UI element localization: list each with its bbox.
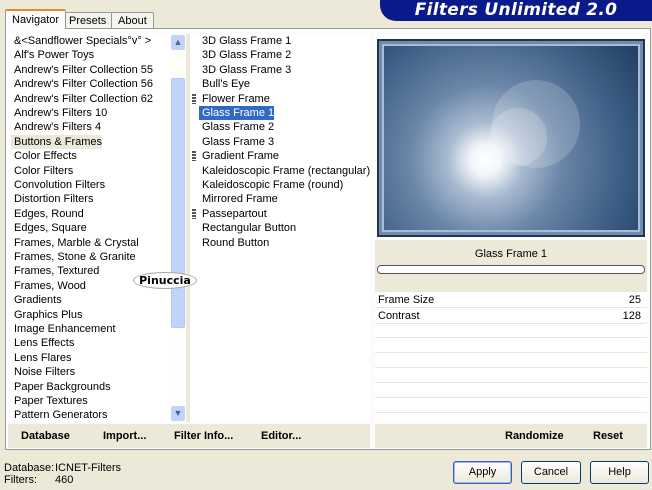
- filter-item-label: Flower Frame: [202, 92, 270, 105]
- filter-item-label: 3D Glass Frame 1: [202, 35, 292, 47]
- preview-image: [377, 39, 645, 237]
- filter-item[interactable]: Glass Frame 1: [199, 106, 275, 120]
- watermark: Pinuccia: [133, 272, 197, 289]
- filter-item[interactable]: Flower Frame: [192, 92, 270, 106]
- category-item[interactable]: Paper Textures: [11, 394, 88, 408]
- filter-item-label: Glass Frame 3: [202, 135, 275, 148]
- category-list[interactable]: &<Sandflower Specials°v° > Alf's Power To…: [8, 34, 170, 422]
- randomize-button[interactable]: Randomize: [505, 430, 564, 442]
- category-item[interactable]: Lens Effects: [11, 336, 74, 350]
- status-database-label: Database:: [4, 462, 55, 474]
- category-item[interactable]: Buttons & Frames: [11, 134, 103, 149]
- status-filters-value: 460: [55, 474, 74, 486]
- category-item[interactable]: Andrew's Filter Collection 55: [11, 63, 153, 77]
- preview-area: [375, 34, 647, 238]
- category-item[interactable]: Noise Filters: [11, 365, 75, 379]
- category-item[interactable]: Andrew's Filter Collection 56: [11, 77, 153, 91]
- filter-item-label: Glass Frame 1: [202, 107, 275, 119]
- submenu-grip-icon: [192, 151, 196, 162]
- filter-item-label: Kaleidoscopic Frame (round): [202, 179, 344, 191]
- filter-item[interactable]: Glass Frame 2: [199, 120, 274, 134]
- category-item[interactable]: Edges, Square: [11, 221, 87, 235]
- param-label: Frame Size: [378, 294, 435, 306]
- category-item[interactable]: Alf's Power Toys: [11, 48, 94, 62]
- filter-item[interactable]: Passepartout: [192, 207, 267, 221]
- category-item[interactable]: Frames, Stone & Granite: [11, 250, 136, 264]
- category-item[interactable]: Frames, Marble & Crystal: [11, 236, 139, 250]
- app-title-banner: Filters Unlimited 2.0: [380, 0, 652, 21]
- cancel-button[interactable]: Cancel: [521, 461, 581, 484]
- category-item[interactable]: Distortion Filters: [11, 192, 93, 206]
- category-item[interactable]: Frames, Textured: [11, 264, 99, 278]
- status-filters-label: Filters:: [4, 474, 37, 486]
- filter-item-label: Round Button: [202, 236, 270, 249]
- right-button-bar: Randomize Reset: [375, 424, 647, 448]
- filter-item[interactable]: Bull's Eye: [199, 77, 250, 91]
- apply-button[interactable]: Apply: [453, 461, 512, 484]
- category-item[interactable]: &<Sandflower Specials°v° >: [11, 34, 151, 48]
- left-button-bar: Database Import... Filter Info... Editor…: [8, 424, 370, 448]
- category-item[interactable]: Andrew's Filter Collection 62: [11, 92, 153, 106]
- parameter-list: Frame Size 25 Contrast 128: [375, 293, 647, 421]
- filter-item-label: Mirrored Frame: [202, 193, 278, 206]
- category-item[interactable]: Andrew's Filters 10: [11, 106, 107, 120]
- filter-item-label: Passepartout: [202, 207, 267, 220]
- filter-item[interactable]: Kaleidoscopic Frame (round): [199, 178, 343, 192]
- tab-presets[interactable]: Presets: [62, 12, 114, 29]
- reset-button[interactable]: Reset: [593, 430, 623, 442]
- scroll-up-icon[interactable]: ▲: [171, 35, 185, 50]
- filter-list[interactable]: 3D Glass Frame 1 3D Glass Frame 2 3D Glass…: [190, 34, 370, 422]
- category-item[interactable]: Gradients: [11, 293, 62, 307]
- category-item[interactable]: Andrew's Filters 4: [11, 120, 101, 134]
- filter-item-label: Gradient Frame: [202, 150, 280, 163]
- filter-item-label: Bull's Eye: [202, 78, 250, 91]
- filter-item-label: 3D Glass Frame 3: [202, 63, 292, 76]
- filter-item[interactable]: Round Button: [199, 236, 269, 250]
- category-item[interactable]: Color Effects: [11, 149, 77, 163]
- param-contrast[interactable]: Contrast 128: [375, 309, 645, 324]
- filter-item[interactable]: Rectangular Button: [199, 221, 296, 235]
- category-item[interactable]: Paper Backgrounds: [11, 380, 111, 394]
- filter-info-area: Glass Frame 1: [375, 240, 647, 292]
- filter-item[interactable]: Gradient Frame: [192, 149, 280, 163]
- param-label: Contrast: [378, 310, 420, 322]
- tab-about[interactable]: About: [111, 12, 154, 29]
- filter-item[interactable]: Glass Frame 3: [199, 135, 274, 149]
- category-item[interactable]: Pattern Generators: [11, 408, 108, 422]
- category-item[interactable]: Convolution Filters: [11, 178, 105, 192]
- filter-item[interactable]: Mirrored Frame: [199, 192, 278, 206]
- tab-navigator[interactable]: Navigator: [5, 9, 67, 29]
- help-button[interactable]: Help: [590, 461, 649, 484]
- category-item[interactable]: Edges, Round: [11, 207, 84, 221]
- database-button[interactable]: Database: [21, 430, 70, 442]
- category-scrollbar[interactable]: ▲ ▼: [170, 34, 186, 422]
- filter-info-button[interactable]: Filter Info...: [174, 430, 233, 442]
- param-value: 25: [628, 294, 641, 306]
- category-item[interactable]: Color Filters: [11, 164, 73, 178]
- filter-item[interactable]: Kaleidoscopic Frame (rectangular): [199, 164, 370, 178]
- category-item[interactable]: Image Enhancement: [11, 322, 116, 336]
- filter-item[interactable]: 3D Glass Frame 1: [199, 34, 291, 48]
- editor-button[interactable]: Editor...: [261, 430, 301, 442]
- submenu-grip-icon: [192, 208, 196, 219]
- filter-item[interactable]: 3D Glass Frame 3: [199, 63, 291, 77]
- param-frame-size[interactable]: Frame Size 25: [375, 293, 645, 308]
- category-item[interactable]: Lens Flares: [11, 351, 71, 365]
- category-item[interactable]: Graphics Plus: [11, 308, 82, 322]
- scroll-thumb[interactable]: [171, 78, 185, 328]
- filter-item-label: Glass Frame 2: [202, 121, 275, 134]
- filter-item-label: Rectangular Button: [202, 222, 297, 235]
- scroll-down-icon[interactable]: ▼: [171, 406, 185, 421]
- filter-item-label: 3D Glass Frame 2: [202, 49, 292, 62]
- param-value: 128: [622, 310, 641, 322]
- category-item[interactable]: Frames, Wood: [11, 279, 86, 293]
- filter-item-label: Kaleidoscopic Frame (rectangular): [202, 164, 371, 177]
- status-database-value: ICNET-Filters: [55, 462, 121, 474]
- submenu-grip-icon: [192, 93, 196, 104]
- preview-filter-name: Glass Frame 1: [474, 248, 548, 260]
- import-button[interactable]: Import...: [103, 430, 146, 442]
- progress-bar: [377, 265, 645, 274]
- filter-item[interactable]: 3D Glass Frame 2: [199, 48, 291, 62]
